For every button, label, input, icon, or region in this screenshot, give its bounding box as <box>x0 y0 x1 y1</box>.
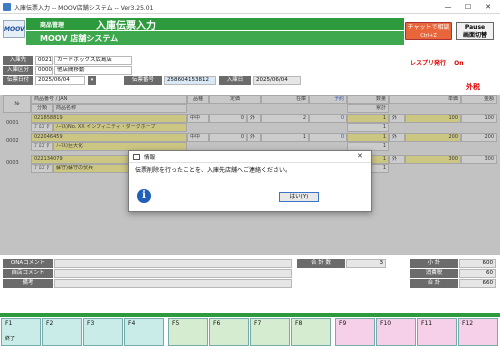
fkey-f8-key: F8 <box>295 320 303 327</box>
pause-label: Pause <box>464 24 486 31</box>
fkey-f10-key: F10 <box>380 320 392 327</box>
type-name-field: 他店間移動 <box>54 66 132 75</box>
grand-total-value: 660 <box>459 279 496 288</box>
maximize-button[interactable]: ☐ <box>458 0 478 14</box>
remarks-label: 備考 <box>3 279 53 288</box>
fkey-f9-key: F9 <box>339 320 347 327</box>
moov-logo: MOOV <box>3 20 25 38</box>
type-code-field[interactable]: 00002 <box>35 66 53 75</box>
fkey-f4[interactable]: F4 <box>124 318 164 346</box>
fkey-f5[interactable]: F5 <box>168 318 208 346</box>
fkey-f11-key: F11 <box>421 320 433 327</box>
subtotal-label: 小 計 <box>410 259 458 268</box>
arrival-date-field: 2025/06/04 <box>253 76 301 85</box>
receipt-print-label: レスプリ発行 <box>410 60 447 67</box>
fkey-f8[interactable]: F8 <box>291 318 331 346</box>
category-label: 商品管理 <box>40 22 65 29</box>
ona-comment-field <box>54 259 292 268</box>
fkey-f3[interactable]: F3 <box>83 318 123 346</box>
remarks-field[interactable] <box>54 279 292 288</box>
tax-value: 60 <box>459 269 496 278</box>
fkey-f12[interactable]: F12 <box>458 318 498 346</box>
fkey-f4-key: F4 <box>128 320 136 327</box>
ona-comment-label: ONAコメント <box>3 259 53 268</box>
dialog-title: 情報 <box>144 155 156 161</box>
store-label: 入庫先 <box>3 56 33 65</box>
store-name-field: カードボックス広島店 <box>54 56 132 65</box>
ok-button[interactable]: はい(Y) <box>279 192 319 202</box>
fkey-f5-key: F5 <box>172 320 180 327</box>
store-comment-label: 自店コメント <box>3 269 53 278</box>
close-window-button[interactable]: ✕ <box>478 0 498 14</box>
dialog-titlebar: 情報 ✕ <box>129 151 371 163</box>
total-qty-label: 合 計 数 <box>297 259 345 268</box>
fkey-f6[interactable]: F6 <box>209 318 249 346</box>
dialog-message: 伝票削除を行ったことを、入庫先店舗へご連絡ください。 <box>135 167 292 174</box>
arrival-label: 入庫日 <box>219 76 251 85</box>
dialog-body: 伝票削除を行ったことを、入庫先店舗へご連絡ください。 i はい(Y) <box>129 163 371 211</box>
info-dialog: 情報 ✕ 伝票削除を行ったことを、入庫先店舗へご連絡ください。 i はい(Y) <box>128 150 372 212</box>
slip-no-label: 伝票番号 <box>124 76 162 85</box>
date-field[interactable]: 2025/06/04 <box>35 76 85 85</box>
fkey-f7[interactable]: F7 <box>250 318 290 346</box>
tax-mode: 外税 <box>466 83 480 91</box>
grand-total-label: 合 計 <box>410 279 458 288</box>
store-comment-field[interactable] <box>54 269 292 278</box>
fkey-f3-key: F3 <box>87 320 95 327</box>
dialog-close-button[interactable]: ✕ <box>357 152 363 160</box>
app-icon <box>3 3 11 11</box>
fkey-separator <box>0 313 500 317</box>
fkey-f7-key: F7 <box>254 320 262 327</box>
info-icon: i <box>137 189 151 203</box>
date-dropdown-icon[interactable]: ▾ <box>88 76 96 85</box>
total-qty-value: 3 <box>346 259 386 268</box>
screen-title: 入庫伝票入力 <box>96 21 156 32</box>
fkey-f6-key: F6 <box>213 320 221 327</box>
slip-no-field: 258604153812 <box>164 76 216 85</box>
chat-consult-button[interactable]: チャットで相談 Ctrl+Z <box>405 22 452 40</box>
fkey-f11[interactable]: F11 <box>417 318 457 346</box>
fkey-f9[interactable]: F9 <box>335 318 375 346</box>
type-label: 入庫区分 <box>3 66 33 75</box>
date-label: 伝票日付 <box>3 76 33 85</box>
chat-button-shortcut: Ctrl+Z <box>420 33 437 39</box>
tax-label: 消費税 <box>410 269 458 278</box>
window-titlebar: 入庫伝票入力 -- MOOV店舗システム -- Ver3.25.01 — ☐ ✕ <box>0 0 500 14</box>
fkey-f1[interactable]: F1 終了 <box>1 318 41 346</box>
receipt-print-status: レスプリ発行 On <box>410 58 463 67</box>
fkey-f2[interactable]: F2 <box>42 318 82 346</box>
fkey-f10[interactable]: F10 <box>376 318 416 346</box>
fkey-f1-key: F1 <box>5 320 13 327</box>
system-name: MOOV 店舗システム <box>40 34 119 43</box>
screen-switch-label: 画面切替 <box>462 32 487 39</box>
receipt-print-state: On <box>454 60 464 67</box>
window-title: 入庫伝票入力 -- MOOV店舗システム -- Ver3.25.01 <box>14 5 154 12</box>
fkey-f2-key: F2 <box>46 320 54 327</box>
minimize-button[interactable]: — <box>438 0 458 14</box>
fkey-f1-label: 終了 <box>5 336 16 342</box>
chat-button-label: チャットで相談 <box>407 24 450 31</box>
subtotal-value: 600 <box>459 259 496 268</box>
store-code-field[interactable]: 0021 <box>35 56 53 65</box>
pause-screen-switch-button[interactable]: Pause 画面切替 <box>456 22 494 40</box>
header-top-bar <box>26 18 404 30</box>
fkey-f12-key: F12 <box>462 320 474 327</box>
dialog-window-icon <box>133 154 140 160</box>
